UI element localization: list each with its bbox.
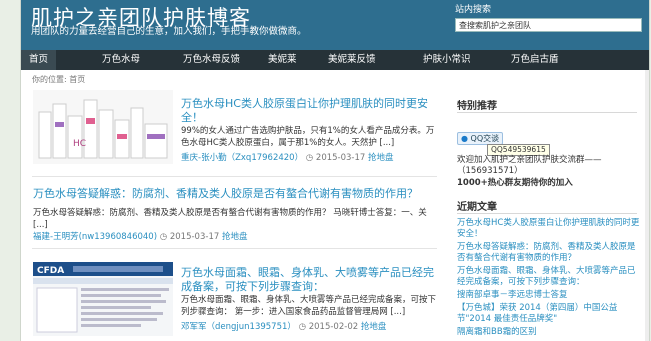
post-author[interactable]: 重庆-张小勤（Zxq17962420） [181, 153, 303, 163]
nav-item-home[interactable]: 首页 [21, 50, 57, 70]
post-date: 2015-03-17 [169, 232, 220, 242]
product-image: HC [33, 90, 173, 164]
nav-item-meinilai[interactable]: 美妮莱 [268, 50, 297, 70]
post-date: 2015-02-02 [308, 322, 359, 332]
nav-item-wanse-feedback[interactable]: 万色水母反馈 [183, 50, 240, 70]
post-excerpt: 万色水母答疑解惑：防腐剂、香精及类人胶原是否有螯合代谢有害物质的作用？ 马晓轩博… [33, 208, 427, 230]
divider [32, 176, 437, 177]
recommend-heading: 特别推荐 [457, 101, 497, 112]
recent-post-link[interactable]: 万色水母HC类人胶原蛋白让你护理肌肤的同时更安全！ [457, 218, 642, 240]
nav-item-wanse[interactable]: 万色水母 [102, 50, 140, 70]
recommend-text: 欢迎加入肌护之亲团队护肤交流群——（156931571） [457, 155, 602, 176]
post-title[interactable]: 万色水母面霜、眼霜、身体乳、大喷雾等产品已经完成备案，可按下列步骤查询： [181, 266, 437, 294]
qq-icon: ● [461, 134, 468, 143]
recommend-extra: 1000+热心群友期待你的加入 [457, 178, 573, 188]
recent-post-link[interactable]: 万色水母答疑解惑：防腐剂、香精及类人胶原是否有螯合代谢有害物质的作用？ [457, 242, 642, 264]
breadcrumb: 你的位置: 首页 [32, 75, 86, 84]
scrollbar[interactable] [645, 70, 649, 341]
post-tag[interactable]: 抢地盘 [361, 322, 387, 332]
post-tag[interactable]: 抢地盘 [368, 153, 394, 163]
recent-post-link[interactable]: 【万色城】荣获 2014（第四届）中国公益节"2014 最佳责任品牌奖" [457, 303, 642, 325]
post-thumbnail[interactable]: HC [33, 90, 173, 164]
cfda-screenshot-image: CFDA [33, 262, 173, 336]
qq-chat-label: QQ交谈 [470, 134, 500, 143]
divider [457, 112, 637, 113]
post-thumbnail[interactable]: CFDA [33, 262, 173, 336]
divider [32, 248, 437, 249]
recent-post-link[interactable]: 万色水母面霜、眼霜、身体乳、大喷雾等产品已经完成备案，可按下列步骤查询： [457, 266, 642, 288]
nav-item-meinilai-feedback[interactable]: 美妮莱反馈 [328, 50, 376, 70]
clock-icon: ◷ [298, 322, 307, 332]
post-meta: 福建-王明芳(nw13960846040) ◷ 2015-03-17 抢地盘 [33, 230, 247, 242]
recent-post-link[interactable]: 搜南部卓事－李远忠博士答复 [457, 290, 642, 301]
thumbnail-label: HC [73, 139, 86, 149]
main-nav: 首页 万色水母 万色水母反馈 美妮莱 美妮莱反馈 护肤小常识 万色启古盾 [21, 50, 649, 70]
post-date: 2015-03-17 [315, 153, 366, 163]
post-tag[interactable]: 抢地盘 [222, 232, 248, 242]
thumbnail-label: CFDA [37, 266, 64, 276]
nav-item-skincare-tips[interactable]: 护肤小常识 [423, 50, 471, 70]
site-header: 肌护之亲团队护肤博客 用团队的力量去经营自己的生意，加入我们，手把手教你做微商。… [21, 0, 649, 50]
divider [457, 213, 637, 214]
page: 肌护之亲团队护肤博客 用团队的力量去经营自己的生意，加入我们，手把手教你做微商。… [20, 0, 650, 341]
post-meta: 重庆-张小勤（Zxq17962420） ◷ 2015-03-17 抢地盘 [181, 151, 394, 163]
recent-post-link[interactable]: 隔离霜和BB霜的区别 [457, 327, 642, 338]
search-input[interactable]: 查搜索肌护之亲团队 [455, 18, 642, 32]
recent-posts-heading: 近期文章 [457, 202, 497, 213]
post-author[interactable]: 邓军军（dengjun1395751） [181, 322, 296, 332]
post-title[interactable]: 万色水母答疑解惑：防腐剂、香精及类人胶原是否有螯合代谢有害物质的作用？ [33, 187, 437, 201]
clock-icon: ◷ [159, 232, 168, 242]
search-title: 站内搜索 [455, 5, 492, 15]
recent-posts-list: 万色水母HC类人胶原蛋白让你护理肌肤的同时更安全！ 万色水母答疑解惑：防腐剂、香… [457, 218, 642, 340]
post-excerpt: 万色水母面霜、眼霜、身体乳、大喷雾等产品已经完成备案，可按下列步骤查询： 第一步… [181, 295, 437, 317]
post-meta: 邓军军（dengjun1395751） ◷ 2015-02-02 抢地盘 [181, 320, 386, 332]
nav-item-qigudun[interactable]: 万色启古盾 [511, 50, 559, 70]
clock-icon: ◷ [305, 153, 314, 163]
post-title[interactable]: 万色水母HC类人胶原蛋白让你护理肌肤的同时更安全！ [181, 97, 437, 125]
post-excerpt: 99%的女人通过广告选购护肤品，只有1%的女人看产品成分表。万色水母HC类人胶原… [181, 126, 435, 148]
site-description: 用团队的力量去经营自己的生意，加入我们，手把手教你做微商。 [31, 26, 307, 37]
post-author[interactable]: 福建-王明芳(nw13960846040) [33, 232, 157, 242]
